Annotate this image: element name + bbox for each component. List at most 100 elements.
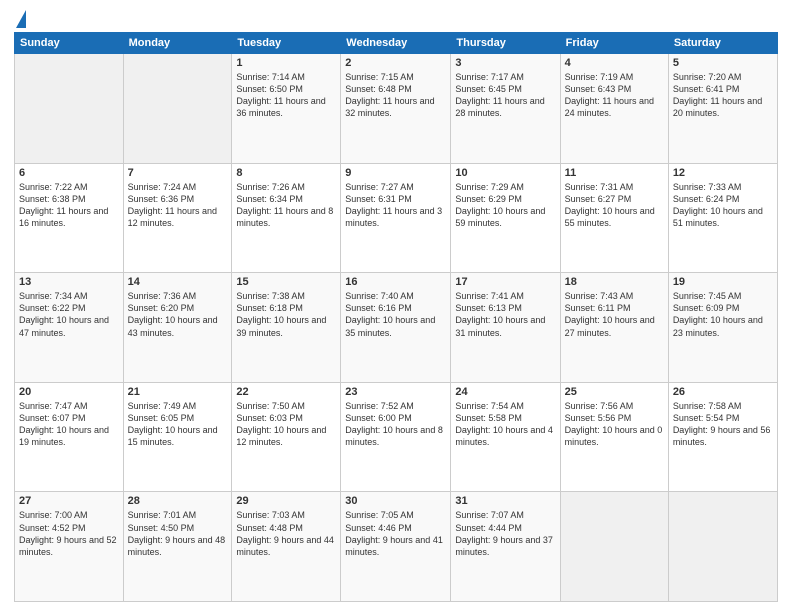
day-number: 3 xyxy=(455,57,555,69)
cell-info: Sunrise: 7:00 AMSunset: 4:52 PMDaylight:… xyxy=(19,509,119,558)
logo xyxy=(14,10,26,26)
day-number: 24 xyxy=(455,386,555,398)
day-number: 12 xyxy=(673,167,773,179)
calendar-cell: 13 Sunrise: 7:34 AMSunset: 6:22 PMDayligh… xyxy=(15,273,124,383)
calendar-header-row: SundayMondayTuesdayWednesdayThursdayFrid… xyxy=(15,33,778,54)
day-header-sunday: Sunday xyxy=(15,33,124,54)
calendar-cell xyxy=(123,54,232,164)
calendar-cell: 2 Sunrise: 7:15 AMSunset: 6:48 PMDaylight… xyxy=(341,54,451,164)
calendar-cell: 25 Sunrise: 7:56 AMSunset: 5:56 PMDayligh… xyxy=(560,382,668,492)
cell-info: Sunrise: 7:01 AMSunset: 4:50 PMDaylight:… xyxy=(128,509,228,558)
day-number: 18 xyxy=(565,276,664,288)
cell-info: Sunrise: 7:07 AMSunset: 4:44 PMDaylight:… xyxy=(455,509,555,558)
cell-info: Sunrise: 7:20 AMSunset: 6:41 PMDaylight:… xyxy=(673,71,773,120)
day-header-friday: Friday xyxy=(560,33,668,54)
calendar-cell: 26 Sunrise: 7:58 AMSunset: 5:54 PMDayligh… xyxy=(668,382,777,492)
day-number: 22 xyxy=(236,386,336,398)
day-header-tuesday: Tuesday xyxy=(232,33,341,54)
cell-info: Sunrise: 7:49 AMSunset: 6:05 PMDaylight:… xyxy=(128,400,228,449)
day-number: 20 xyxy=(19,386,119,398)
cell-info: Sunrise: 7:38 AMSunset: 6:18 PMDaylight:… xyxy=(236,290,336,339)
calendar-cell: 23 Sunrise: 7:52 AMSunset: 6:00 PMDayligh… xyxy=(341,382,451,492)
day-number: 5 xyxy=(673,57,773,69)
day-number: 17 xyxy=(455,276,555,288)
calendar-cell: 12 Sunrise: 7:33 AMSunset: 6:24 PMDayligh… xyxy=(668,163,777,273)
calendar-cell: 5 Sunrise: 7:20 AMSunset: 6:41 PMDaylight… xyxy=(668,54,777,164)
calendar-cell: 30 Sunrise: 7:05 AMSunset: 4:46 PMDayligh… xyxy=(341,492,451,602)
calendar-cell: 28Sunrise: 7:01 AMSunset: 4:50 PMDayligh… xyxy=(123,492,232,602)
cell-info: Sunrise: 7:45 AMSunset: 6:09 PMDaylight:… xyxy=(673,290,773,339)
cell-info: Sunrise: 7:29 AMSunset: 6:29 PMDaylight:… xyxy=(455,181,555,230)
calendar-cell: 14 Sunrise: 7:36 AMSunset: 6:20 PMDayligh… xyxy=(123,273,232,383)
day-number: 6 xyxy=(19,167,119,179)
calendar-cell: 22 Sunrise: 7:50 AMSunset: 6:03 PMDayligh… xyxy=(232,382,341,492)
cell-info: Sunrise: 7:19 AMSunset: 6:43 PMDaylight:… xyxy=(565,71,664,120)
cell-info: Sunrise: 7:40 AMSunset: 6:16 PMDaylight:… xyxy=(345,290,446,339)
calendar-cell: 3 Sunrise: 7:17 AMSunset: 6:45 PMDaylight… xyxy=(451,54,560,164)
day-number: 8 xyxy=(236,167,336,179)
cell-info: Sunrise: 7:33 AMSunset: 6:24 PMDaylight:… xyxy=(673,181,773,230)
calendar-cell: 17 Sunrise: 7:41 AMSunset: 6:13 PMDayligh… xyxy=(451,273,560,383)
calendar-cell: 10Sunrise: 7:29 AMSunset: 6:29 PMDayligh… xyxy=(451,163,560,273)
calendar-cell: 24 Sunrise: 7:54 AMSunset: 5:58 PMDayligh… xyxy=(451,382,560,492)
cell-info: Sunrise: 7:47 AMSunset: 6:07 PMDaylight:… xyxy=(19,400,119,449)
cell-info: Sunrise: 7:24 AMSunset: 6:36 PMDaylight:… xyxy=(128,181,228,230)
calendar-cell: 8Sunrise: 7:26 AMSunset: 6:34 PMDaylight… xyxy=(232,163,341,273)
week-row-3: 13 Sunrise: 7:34 AMSunset: 6:22 PMDayligh… xyxy=(15,273,778,383)
day-number: 30 xyxy=(345,495,446,507)
week-row-2: 6 Sunrise: 7:22 AMSunset: 6:38 PMDaylight… xyxy=(15,163,778,273)
cell-info: Sunrise: 7:15 AMSunset: 6:48 PMDaylight:… xyxy=(345,71,446,120)
cell-info: Sunrise: 7:54 AMSunset: 5:58 PMDaylight:… xyxy=(455,400,555,449)
calendar-body: 1 Sunrise: 7:14 AMSunset: 6:50 PMDaylight… xyxy=(15,54,778,602)
cell-info: Sunrise: 7:58 AMSunset: 5:54 PMDaylight:… xyxy=(673,400,773,449)
calendar-cell: 11 Sunrise: 7:31 AMSunset: 6:27 PMDayligh… xyxy=(560,163,668,273)
calendar-cell: 7 Sunrise: 7:24 AMSunset: 6:36 PMDaylight… xyxy=(123,163,232,273)
day-header-thursday: Thursday xyxy=(451,33,560,54)
calendar-cell: 9Sunrise: 7:27 AMSunset: 6:31 PMDaylight… xyxy=(341,163,451,273)
cell-info: Sunrise: 7:50 AMSunset: 6:03 PMDaylight:… xyxy=(236,400,336,449)
day-number: 21 xyxy=(128,386,228,398)
cell-info: Sunrise: 7:22 AMSunset: 6:38 PMDaylight:… xyxy=(19,181,119,230)
cell-info: Sunrise: 7:14 AMSunset: 6:50 PMDaylight:… xyxy=(236,71,336,120)
cell-info: Sunrise: 7:03 AMSunset: 4:48 PMDaylight:… xyxy=(236,509,336,558)
day-number: 23 xyxy=(345,386,446,398)
calendar-cell: 20 Sunrise: 7:47 AMSunset: 6:07 PMDayligh… xyxy=(15,382,124,492)
week-row-1: 1 Sunrise: 7:14 AMSunset: 6:50 PMDaylight… xyxy=(15,54,778,164)
cell-info: Sunrise: 7:52 AMSunset: 6:00 PMDaylight:… xyxy=(345,400,446,449)
calendar-cell: 6 Sunrise: 7:22 AMSunset: 6:38 PMDaylight… xyxy=(15,163,124,273)
cell-info: Sunrise: 7:05 AMSunset: 4:46 PMDaylight:… xyxy=(345,509,446,558)
calendar-cell: 1 Sunrise: 7:14 AMSunset: 6:50 PMDaylight… xyxy=(232,54,341,164)
calendar-cell: 16 Sunrise: 7:40 AMSunset: 6:16 PMDayligh… xyxy=(341,273,451,383)
cell-info: Sunrise: 7:36 AMSunset: 6:20 PMDaylight:… xyxy=(128,290,228,339)
day-number: 26 xyxy=(673,386,773,398)
calendar-cell: 4Sunrise: 7:19 AMSunset: 6:43 PMDaylight… xyxy=(560,54,668,164)
day-number: 15 xyxy=(236,276,336,288)
day-number: 13 xyxy=(19,276,119,288)
calendar-cell: 18Sunrise: 7:43 AMSunset: 6:11 PMDayligh… xyxy=(560,273,668,383)
page: SundayMondayTuesdayWednesdayThursdayFrid… xyxy=(0,0,792,612)
calendar-cell: 19Sunrise: 7:45 AMSunset: 6:09 PMDayligh… xyxy=(668,273,777,383)
day-number: 16 xyxy=(345,276,446,288)
cell-info: Sunrise: 7:17 AMSunset: 6:45 PMDaylight:… xyxy=(455,71,555,120)
cell-info: Sunrise: 7:56 AMSunset: 5:56 PMDaylight:… xyxy=(565,400,664,449)
day-number: 31 xyxy=(455,495,555,507)
day-number: 25 xyxy=(565,386,664,398)
day-number: 2 xyxy=(345,57,446,69)
week-row-4: 20 Sunrise: 7:47 AMSunset: 6:07 PMDayligh… xyxy=(15,382,778,492)
day-number: 14 xyxy=(128,276,228,288)
cell-info: Sunrise: 7:34 AMSunset: 6:22 PMDaylight:… xyxy=(19,290,119,339)
cell-info: Sunrise: 7:41 AMSunset: 6:13 PMDaylight:… xyxy=(455,290,555,339)
day-header-wednesday: Wednesday xyxy=(341,33,451,54)
logo-icon xyxy=(16,10,26,28)
calendar-cell xyxy=(560,492,668,602)
calendar-cell: 31 Sunrise: 7:07 AMSunset: 4:44 PMDayligh… xyxy=(451,492,560,602)
calendar-cell xyxy=(15,54,124,164)
day-number: 1 xyxy=(236,57,336,69)
cell-info: Sunrise: 7:31 AMSunset: 6:27 PMDaylight:… xyxy=(565,181,664,230)
header xyxy=(14,10,778,26)
calendar-cell: 15 Sunrise: 7:38 AMSunset: 6:18 PMDayligh… xyxy=(232,273,341,383)
day-number: 7 xyxy=(128,167,228,179)
week-row-5: 27Sunrise: 7:00 AMSunset: 4:52 PMDayligh… xyxy=(15,492,778,602)
day-number: 11 xyxy=(565,167,664,179)
calendar-cell: 29Sunrise: 7:03 AMSunset: 4:48 PMDayligh… xyxy=(232,492,341,602)
